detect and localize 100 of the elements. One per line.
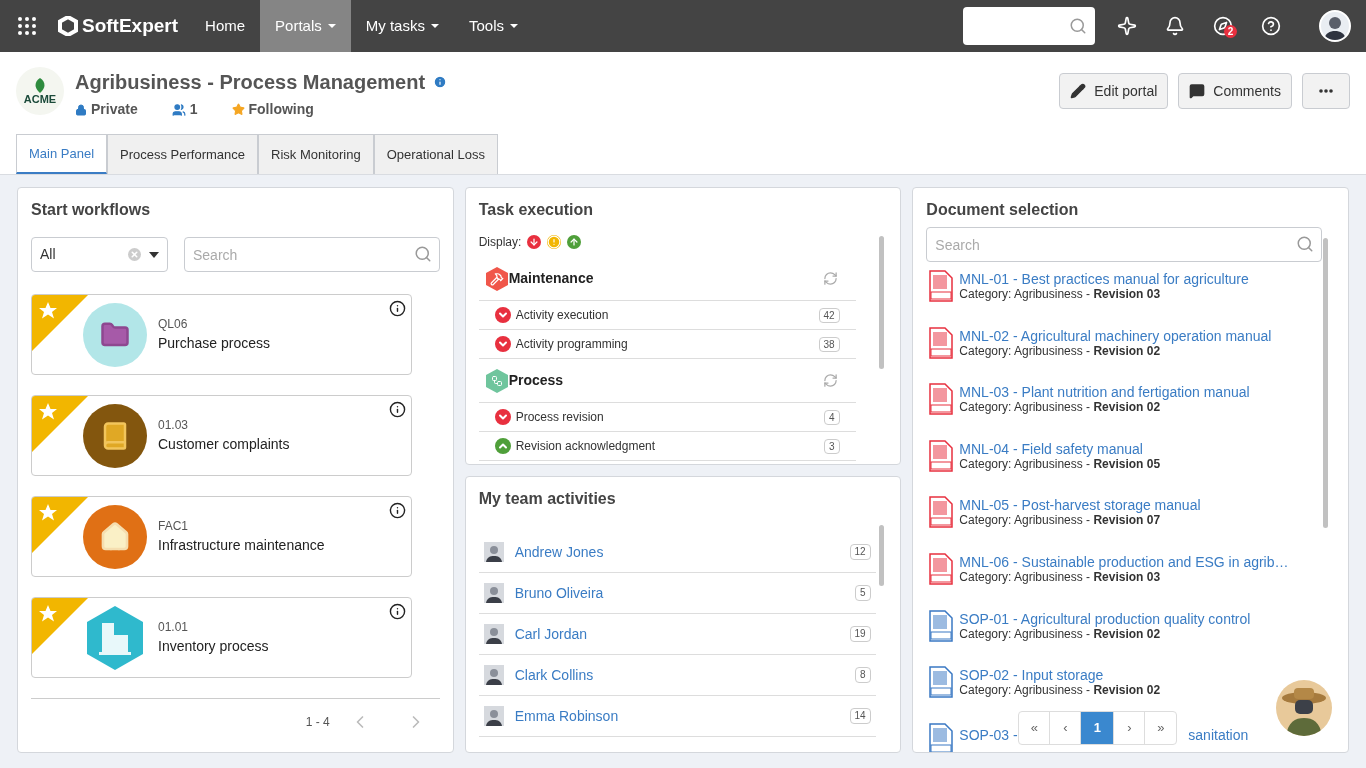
info-icon[interactable]	[389, 603, 406, 620]
on-time-filter-icon[interactable]	[567, 235, 582, 249]
members-count[interactable]: 1	[189, 99, 198, 120]
activity-count: 12	[849, 544, 871, 560]
task-row[interactable]: Process revision 4	[478, 403, 856, 432]
task-count: 38	[818, 336, 840, 352]
portal-tab[interactable]: Operational Loss	[373, 134, 498, 174]
document-link[interactable]: MNL-02 - Agricultural machinery operation manual	[959, 328, 1272, 344]
workflow-card[interactable]: QL06 Purchase process	[31, 294, 412, 375]
workflow-card[interactable]: 01.01 Inventory process	[31, 597, 412, 678]
portal-logo: ACME	[16, 67, 64, 115]
panel-title: Document selection	[926, 200, 1080, 220]
task-count: 3	[824, 438, 840, 454]
task-group-title: Maintenance	[508, 269, 595, 288]
pencil-icon	[1070, 83, 1087, 99]
task-name: Activity programming	[515, 336, 629, 353]
team-member-link[interactable]: Carl Jordan	[514, 623, 850, 645]
activity-count: 8	[855, 667, 871, 683]
info-icon[interactable]	[389, 401, 406, 418]
task-name: Process revision	[515, 409, 605, 426]
late-filter-icon[interactable]	[527, 235, 542, 249]
document-link[interactable]: MNL-01 - Best practices manual for agriculture	[959, 272, 1249, 287]
person-avatar	[483, 665, 504, 685]
activity-count: 14	[849, 708, 871, 724]
page-button[interactable]: «	[1019, 711, 1051, 744]
workflow-name: Infrastructure maintenance	[158, 536, 325, 555]
workflow-code: 01.03	[158, 417, 190, 434]
team-member-link[interactable]: Andrew Jones	[514, 541, 850, 563]
workflow-code: QL06	[158, 316, 189, 333]
refresh-icon[interactable]	[822, 373, 838, 388]
nav-menu-item[interactable]: Home	[190, 0, 261, 52]
refresh-icon[interactable]	[822, 271, 838, 286]
scrollbar[interactable]	[879, 525, 885, 586]
star-icon	[231, 103, 245, 116]
edit-portal-button[interactable]: Edit portal	[1059, 73, 1169, 109]
portal-tab[interactable]: Main Panel	[16, 134, 108, 174]
caret-icon	[149, 251, 159, 258]
display-label: Display:	[478, 234, 522, 251]
building-icon	[85, 604, 145, 671]
task-row[interactable]: Revision acknowledgment 3	[478, 432, 856, 461]
filter-select[interactable]: All	[31, 237, 168, 272]
workflow-card[interactable]: 01.03 Customer complaints	[31, 395, 412, 476]
brand-logo[interactable]: SoftExpert	[58, 11, 179, 41]
document-link[interactable]: SOP-02 - Input storage	[959, 668, 1161, 684]
page-button[interactable]: »	[1145, 711, 1177, 744]
speech-bubble-icon	[1189, 83, 1206, 99]
more-options-button[interactable]	[1302, 73, 1350, 109]
task-row[interactable]: Activity programming 38	[478, 330, 856, 359]
task-count: 4	[824, 409, 840, 425]
users-icon	[171, 102, 186, 117]
scrollbar[interactable]	[879, 236, 885, 369]
privacy-status: Private	[91, 100, 138, 119]
document-category: Category: Agribusiness - Revision 02	[959, 400, 1162, 416]
person-avatar	[483, 706, 504, 726]
notification-badge: 2	[1224, 25, 1237, 38]
panel-title: My team activities	[478, 489, 617, 509]
document-category: Category: Agribusiness - Revision 07	[959, 513, 1162, 529]
nav-menu-item[interactable]: Portals	[260, 0, 351, 52]
document-category: Category: Agribusiness - Revision 02	[959, 683, 1161, 699]
workflow-code: 01.01	[158, 619, 190, 636]
document-link[interactable]: sanitation	[1188, 724, 1249, 746]
search-field[interactable]: Search	[926, 227, 1323, 262]
info-icon[interactable]	[389, 300, 406, 317]
user-avatar[interactable]	[1319, 10, 1351, 42]
search-field[interactable]: Search	[184, 237, 440, 272]
page-button[interactable]: 1	[1081, 711, 1115, 744]
global-search-field[interactable]	[963, 7, 1095, 45]
portal-tab[interactable]: Process Performance	[107, 134, 259, 174]
task-count: 42	[818, 307, 840, 323]
document-category: Category: Agribusiness - Revision 03	[959, 287, 1162, 302]
team-member-link[interactable]: Bruno Oliveira	[514, 582, 856, 604]
scrollbar[interactable]	[1323, 238, 1328, 528]
person-avatar	[483, 583, 504, 603]
nav-menu-item[interactable]: My tasks	[350, 0, 454, 52]
apps-menu-icon[interactable]	[18, 17, 36, 35]
portal-title: Agribusiness - Process Management	[75, 70, 426, 95]
search-icon[interactable]	[413, 245, 432, 263]
person-avatar	[483, 542, 504, 562]
document-link[interactable]: MNL-04 - Field safety manual	[959, 441, 1161, 457]
workflow-card[interactable]: FAC1 Infrastructure maintenance	[31, 496, 412, 577]
task-name: Activity execution	[515, 307, 610, 324]
process-icon	[484, 368, 509, 393]
nav-menu-item[interactable]: Tools	[453, 0, 533, 52]
document-link[interactable]: SOP-03 -	[959, 724, 1018, 746]
document-link[interactable]: MNL-06 - Sustainable production and ESG in agrib…	[959, 554, 1289, 570]
document-category: Category: Agribusiness - Revision 05	[959, 456, 1161, 472]
portal-tab[interactable]: Risk Monitoring	[258, 134, 374, 174]
team-member-link[interactable]: Emma Robinson	[514, 705, 850, 727]
document-link[interactable]: MNL-05 - Post-harvest storage manual	[959, 498, 1201, 514]
warning-filter-icon[interactable]	[547, 235, 562, 249]
team-member-link[interactable]: Clark Collins	[514, 664, 856, 686]
assistant-robot-button[interactable]	[1276, 680, 1332, 736]
task-row[interactable]: Activity execution 42	[478, 301, 856, 330]
comments-button[interactable]: Comments	[1178, 73, 1292, 109]
document-link[interactable]: MNL-03 - Plant nutrition and fertigation manual	[959, 385, 1250, 401]
page-button[interactable]: ›	[1114, 711, 1146, 744]
search-icon[interactable]	[1296, 235, 1315, 253]
info-icon[interactable]	[389, 502, 406, 519]
follow-status[interactable]: Following	[248, 99, 314, 120]
document-link[interactable]: SOP-01 - Agricultural production quality control	[959, 611, 1251, 627]
